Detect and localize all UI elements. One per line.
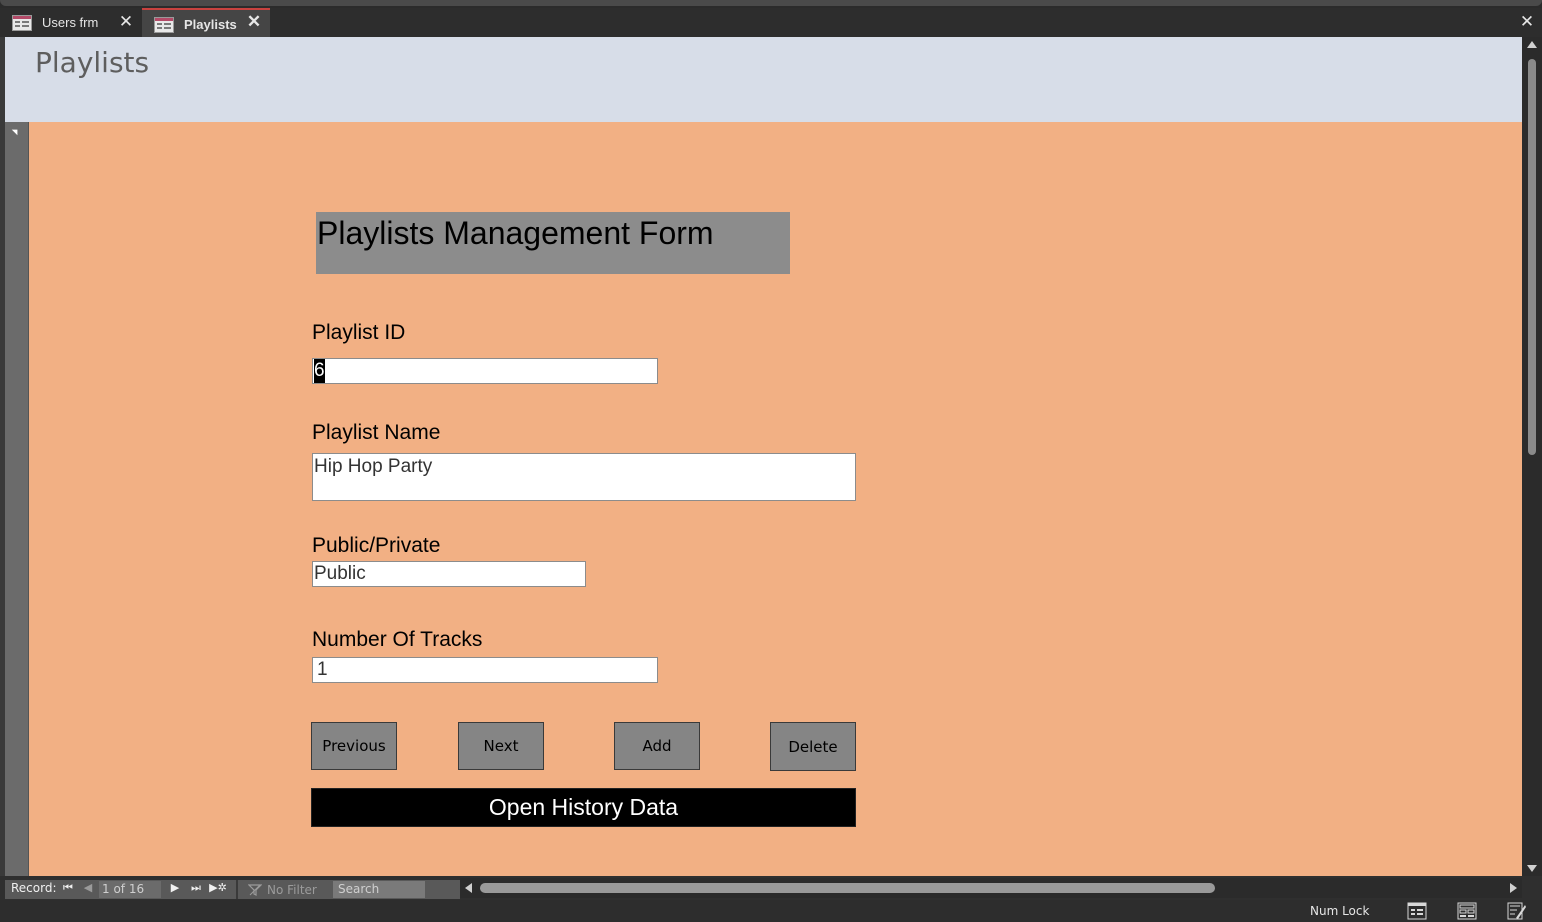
close-icon[interactable]: ✕: [246, 13, 262, 30]
vertical-scrollbar[interactable]: [1522, 37, 1542, 876]
playlist-id-value: 6: [314, 359, 325, 383]
record-label: Record:: [11, 881, 57, 895]
layout-view-icon[interactable]: [1457, 902, 1477, 920]
playlist-id-field[interactable]: 6: [312, 358, 658, 384]
add-button[interactable]: Add: [614, 722, 700, 770]
next-button[interactable]: Next: [458, 722, 544, 770]
scroll-up-icon[interactable]: [1527, 41, 1537, 48]
close-icon[interactable]: ✕: [1518, 13, 1536, 31]
number-of-tracks-field[interactable]: 1: [312, 657, 658, 683]
open-history-data-button[interactable]: Open History Data: [311, 788, 856, 827]
delete-button[interactable]: Delete: [770, 722, 856, 771]
tab-users-frm[interactable]: Users frm ✕: [0, 8, 142, 37]
filter-icon: [248, 883, 262, 896]
close-icon[interactable]: ✕: [118, 13, 134, 30]
tab-label: Users frm: [42, 15, 99, 30]
tab-label: Playlists: [184, 17, 237, 32]
public-private-field[interactable]: Public: [312, 561, 586, 587]
first-record-icon[interactable]: ⏮: [62, 881, 74, 895]
last-record-icon[interactable]: ⏭: [190, 881, 202, 895]
public-private-label: Public/Private: [312, 534, 441, 557]
playlist-name-label: Playlist Name: [312, 421, 441, 444]
search-input[interactable]: Search: [333, 881, 425, 898]
form-header: Playlists: [5, 37, 1522, 122]
tab-playlists[interactable]: Playlists ✕: [142, 8, 270, 39]
playlist-name-field[interactable]: Hip Hop Party: [312, 453, 856, 501]
record-selector-icon: [11, 126, 21, 136]
window-top-strip: [0, 0, 1542, 8]
previous-button[interactable]: Previous: [311, 722, 397, 770]
current-record-field[interactable]: 1 of 16: [99, 881, 161, 898]
scroll-left-icon[interactable]: [465, 883, 472, 893]
scroll-down-icon[interactable]: [1527, 865, 1537, 872]
previous-record-icon[interactable]: ◀: [82, 881, 94, 895]
scroll-right-icon[interactable]: [1510, 883, 1517, 893]
form-icon: [154, 16, 174, 33]
playlist-id-label: Playlist ID: [312, 321, 406, 344]
num-lock-indicator: Num Lock: [1310, 904, 1370, 918]
page-title: Playlists: [35, 46, 150, 79]
design-view-icon[interactable]: [1507, 902, 1527, 920]
filter-label: No Filter: [267, 882, 317, 897]
vertical-scroll-thumb[interactable]: [1528, 59, 1536, 455]
horizontal-scroll-thumb[interactable]: [480, 883, 1215, 893]
horizontal-scrollbar[interactable]: [460, 878, 1522, 898]
next-record-icon[interactable]: ▶: [169, 881, 181, 895]
form-heading: Playlists Management Form: [317, 215, 714, 251]
form-icon: [12, 14, 32, 31]
filter-indicator[interactable]: No Filter: [236, 880, 329, 899]
new-record-icon[interactable]: ▶✲: [208, 881, 228, 895]
record-selector[interactable]: [5, 122, 29, 876]
number-of-tracks-label: Number Of Tracks: [312, 628, 483, 651]
form-view-icon[interactable]: [1407, 902, 1427, 920]
document-tab-bar: Users frm ✕ Playlists ✕ ✕: [0, 8, 1542, 39]
